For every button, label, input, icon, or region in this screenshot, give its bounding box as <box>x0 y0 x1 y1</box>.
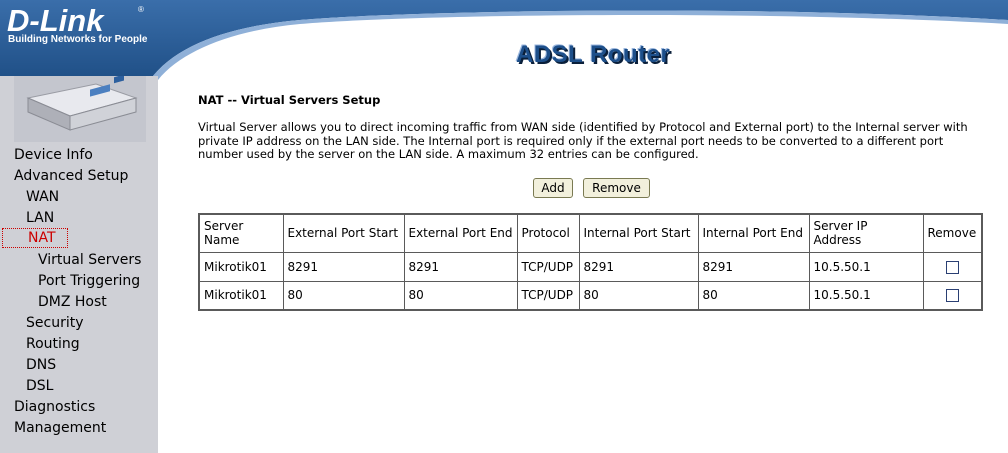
sidebar-item-routing[interactable]: Routing <box>26 335 80 353</box>
column-header-remove: Remove <box>922 213 983 253</box>
virtual-servers-table: Server Name External Port Start External… <box>198 213 983 311</box>
cell-internal-port-start: 8291 <box>578 251 699 282</box>
sidebar-item-dmz-host[interactable]: DMZ Host <box>38 293 107 311</box>
cell-external-port-start: 8291 <box>282 251 405 282</box>
page-title: ADSL Router <box>516 41 671 68</box>
sidebar-item-lan[interactable]: LAN <box>26 209 54 227</box>
cell-protocol: TCP/UDP <box>516 280 580 311</box>
sidebar: Device Info Advanced Setup WAN LAN NAT V… <box>0 74 158 453</box>
column-header-server-ip-address: Server IP Address <box>808 213 924 253</box>
sidebar-item-virtual-servers[interactable]: Virtual Servers <box>38 251 141 269</box>
table-header-row: Server Name External Port Start External… <box>198 213 983 253</box>
sidebar-item-port-triggering[interactable]: Port Triggering <box>38 272 140 290</box>
sidebar-item-management[interactable]: Management <box>14 419 106 437</box>
logo-tagline: Building Networks for People <box>8 34 148 45</box>
remove-checkbox[interactable] <box>945 289 959 303</box>
logo-registered-mark: ® <box>138 5 144 14</box>
banner-graphic <box>0 0 1008 80</box>
cell-server-ip-address: 10.5.50.1 <box>808 280 924 311</box>
sidebar-item-dsl[interactable]: DSL <box>26 377 53 395</box>
remove-checkbox[interactable] <box>945 260 959 274</box>
sidebar-item-device-info[interactable]: Device Info <box>14 146 93 164</box>
cell-internal-port-end: 80 <box>697 280 810 311</box>
cell-external-port-end: 80 <box>403 280 518 311</box>
sidebar-item-nat[interactable]: NAT <box>2 228 68 248</box>
cell-server-ip-address: 10.5.50.1 <box>808 251 924 282</box>
table-row: Mikrotik01 80 80 TCP/UDP 80 80 10.5.50.1 <box>198 280 983 311</box>
router-device-image <box>14 74 146 142</box>
sidebar-item-advanced-setup[interactable]: Advanced Setup <box>14 167 128 185</box>
cell-internal-port-end: 8291 <box>697 251 810 282</box>
cell-server-name: Mikrotik01 <box>198 280 284 311</box>
cell-remove <box>922 280 983 311</box>
sidebar-item-wan[interactable]: WAN <box>26 188 59 206</box>
remove-button[interactable]: Remove <box>583 178 650 198</box>
cell-internal-port-start: 80 <box>578 280 699 311</box>
header-banner: D-Link ® Building Networks for People AD… <box>0 0 1008 80</box>
section-description: Virtual Server allows you to direct inco… <box>198 120 968 161</box>
column-header-internal-port-start: Internal Port Start <box>578 213 699 253</box>
sidebar-item-dns[interactable]: DNS <box>26 356 56 374</box>
column-header-server-name: Server Name <box>198 213 284 253</box>
column-header-external-port-start: External Port Start <box>282 213 405 253</box>
table-row: Mikrotik01 8291 8291 TCP/UDP 8291 8291 1… <box>198 251 983 282</box>
cell-protocol: TCP/UDP <box>516 251 580 282</box>
add-button[interactable]: Add <box>533 178 573 198</box>
column-header-internal-port-end: Internal Port End <box>697 213 810 253</box>
sidebar-item-diagnostics[interactable]: Diagnostics <box>14 398 95 416</box>
cell-external-port-start: 80 <box>282 280 405 311</box>
section-heading: NAT -- Virtual Servers Setup <box>198 93 381 107</box>
column-header-external-port-end: External Port End <box>403 213 518 253</box>
sidebar-item-security[interactable]: Security <box>26 314 84 332</box>
column-header-protocol: Protocol <box>516 213 580 253</box>
cell-remove <box>922 251 983 282</box>
cell-server-name: Mikrotik01 <box>198 251 284 282</box>
cell-external-port-end: 8291 <box>403 251 518 282</box>
